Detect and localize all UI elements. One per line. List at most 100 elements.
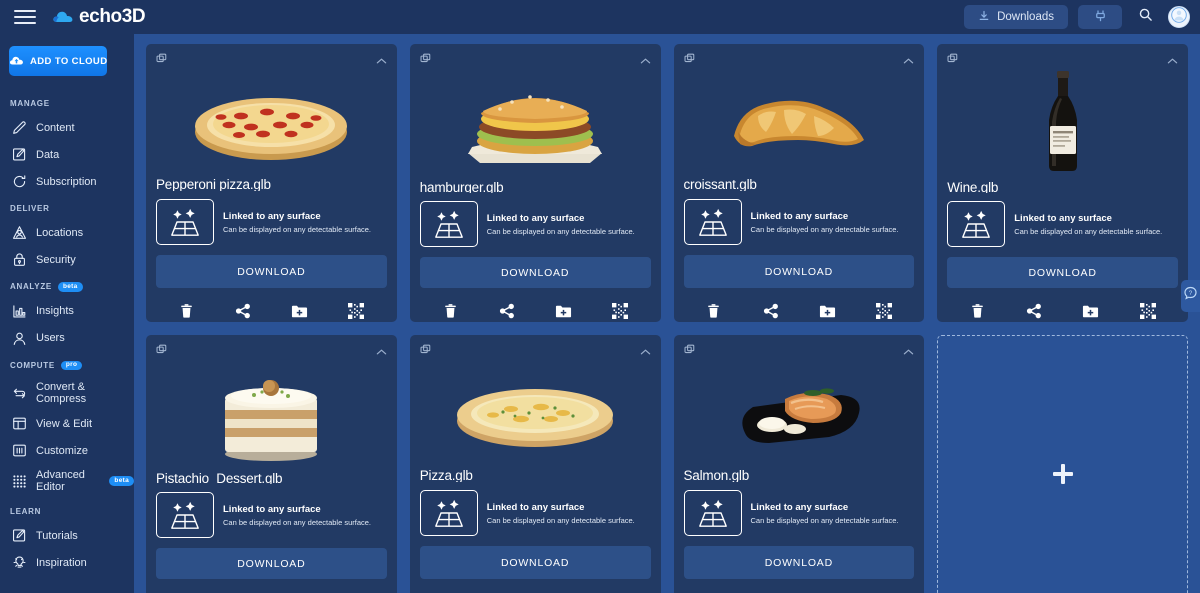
sidebar-item-tutorials[interactable]: Tutorials: [0, 522, 134, 549]
asset-card[interactable]: croissant.glb Linked to any surface Can be…: [673, 44, 925, 322]
sidebar-item-convert-compress[interactable]: Convert & Compress: [0, 376, 134, 410]
chevron-up-icon[interactable]: [640, 52, 651, 70]
sidebar-item-locations[interactable]: Locations: [0, 219, 134, 246]
download-button[interactable]: DOWNLOAD: [947, 257, 1178, 288]
chevron-up-icon[interactable]: [640, 343, 651, 361]
qr-code-icon[interactable]: [345, 300, 367, 322]
add-asset-card[interactable]: [937, 335, 1188, 593]
surface-subtitle: Can be displayed on any detectable surfa…: [750, 224, 899, 234]
chevron-up-icon[interactable]: [376, 52, 387, 70]
asset-card[interactable]: Pistachio_Dessert.glb Linked to any surfa…: [146, 335, 397, 593]
downloads-button[interactable]: Downloads: [964, 5, 1068, 29]
hamburger-icon[interactable]: [14, 6, 36, 28]
share-icon[interactable]: [496, 300, 518, 322]
sidebar-sections: MANAGE Content Data Subscription DELIVER Loca…: [0, 90, 134, 576]
svg-text:?: ?: [1189, 290, 1193, 297]
sidebar-item-content[interactable]: Content: [0, 114, 134, 141]
trash-icon[interactable]: [703, 300, 725, 322]
qr-code-icon[interactable]: [609, 300, 631, 322]
sidebar-item-subscription[interactable]: Subscription: [0, 168, 134, 195]
card-header: [156, 343, 387, 358]
plugin-button[interactable]: [1078, 5, 1122, 29]
card-actions: [420, 300, 651, 322]
pistachio-dessert-thumbnail: [156, 360, 387, 465]
columns-icon: [11, 442, 28, 459]
chevron-up-icon[interactable]: [376, 343, 387, 361]
download-button[interactable]: DOWNLOAD: [156, 548, 387, 579]
download-button[interactable]: DOWNLOAD: [419, 257, 651, 288]
sidebar-item-view-edit[interactable]: View & Edit: [0, 410, 134, 437]
surface-subtitle: Can be displayed on any detectable surfa…: [1014, 226, 1163, 236]
sidebar-item-advanced-editor[interactable]: Advanced Editor beta: [0, 464, 134, 498]
copy-icon[interactable]: [420, 52, 432, 70]
surface-info: Linked to any surface Can be displayed on…: [683, 199, 915, 246]
asset-card[interactable]: Wine.glb Linked to any surface Can be disp…: [937, 44, 1188, 322]
card-actions: [156, 300, 387, 322]
download-button[interactable]: DOWNLOAD: [683, 546, 915, 579]
card-header: [420, 343, 651, 358]
download-button[interactable]: DOWNLOAD: [419, 546, 651, 579]
add-to-cloud-button[interactable]: ADD TO CLOUD: [9, 46, 108, 76]
convert-arrows-icon: [11, 385, 28, 402]
sidebar-section-label: ANALYZE: [10, 282, 52, 292]
copy-icon[interactable]: [947, 52, 959, 70]
share-icon[interactable]: [1023, 300, 1045, 322]
qr-code-icon[interactable]: [873, 300, 895, 322]
sidebar-item-label: Advanced Editor: [36, 469, 85, 493]
avatar[interactable]: [1168, 6, 1190, 28]
qr-code-icon[interactable]: [1137, 300, 1159, 322]
sidebar-item-label: Inspiration: [36, 556, 87, 569]
search-button[interactable]: [1132, 4, 1158, 30]
surface-info: Linked to any surface Can be displayed on…: [683, 490, 915, 537]
location-pin-icon: [11, 224, 28, 241]
hamburger-thumbnail: [420, 69, 651, 174]
share-icon[interactable]: [760, 300, 782, 322]
download-button[interactable]: DOWNLOAD: [683, 255, 915, 288]
chevron-up-icon[interactable]: [1167, 52, 1178, 70]
sidebar-section-deliver: DELIVER: [0, 195, 134, 219]
surface-subtitle: Can be displayed on any detectable surfa…: [223, 517, 372, 527]
layout-window-icon: [11, 415, 28, 432]
copy-icon[interactable]: [420, 343, 432, 361]
sidebar-item-users[interactable]: Users: [0, 325, 134, 352]
sidebar-item-insights[interactable]: Insights: [0, 298, 134, 325]
trash-icon[interactable]: [967, 300, 989, 322]
asset-name: Pepperoni pizza.glb: [156, 176, 271, 192]
surface-plane-icon: [419, 201, 478, 248]
sidebar-item-label: Customize: [36, 444, 88, 457]
sidebar-item-security[interactable]: Security: [0, 246, 134, 273]
sidebar-item-data[interactable]: Data: [0, 141, 134, 168]
copy-icon[interactable]: [684, 343, 696, 361]
sidebar-item-inspiration[interactable]: Inspiration: [0, 549, 134, 576]
asset-card[interactable]: hamburger.glb Linked to any surface Can be…: [409, 44, 661, 322]
help-button[interactable]: ?: [1181, 280, 1200, 312]
sidebar-item-customize[interactable]: Customize: [0, 437, 134, 464]
lock-icon: [11, 251, 28, 268]
share-icon[interactable]: [232, 300, 254, 322]
brand-logo-group: echo3D: [52, 6, 146, 28]
copy-icon[interactable]: [684, 52, 696, 70]
card-header: [947, 52, 1178, 67]
asset-name: Pizza.glb: [419, 467, 473, 483]
asset-card[interactable]: Salmon.glb Linked to any surface Can be di…: [673, 335, 925, 593]
sidebar-section-analyze: ANALYZE beta: [0, 273, 134, 298]
refresh-circle-icon: [11, 173, 28, 190]
sidebar-section-badge: pro: [60, 360, 83, 370]
copy-icon[interactable]: [156, 343, 168, 361]
add-to-folder-icon[interactable]: [289, 300, 311, 322]
asset-card[interactable]: Pizza.glb Linked to any surface Can be dis…: [409, 335, 661, 593]
download-button[interactable]: DOWNLOAD: [156, 255, 387, 288]
surface-subtitle: Can be displayed on any detectable surfa…: [223, 224, 372, 234]
sidebar-item-label: Data: [36, 148, 60, 161]
asset-card[interactable]: Pepperoni pizza.glb Linked to any surface…: [146, 44, 397, 322]
trash-icon[interactable]: [175, 300, 197, 322]
add-to-folder-icon[interactable]: [1080, 300, 1102, 322]
copy-icon[interactable]: [156, 52, 168, 70]
trash-icon[interactable]: [439, 300, 461, 322]
chevron-up-icon[interactable]: [903, 52, 914, 70]
add-to-folder-icon[interactable]: [552, 300, 574, 322]
add-to-folder-icon[interactable]: [816, 300, 838, 322]
surface-plane-icon: [156, 492, 214, 539]
sidebar: ADD TO CLOUD MANAGE Content Data Subscripti…: [0, 34, 134, 593]
chevron-up-icon[interactable]: [903, 343, 914, 361]
